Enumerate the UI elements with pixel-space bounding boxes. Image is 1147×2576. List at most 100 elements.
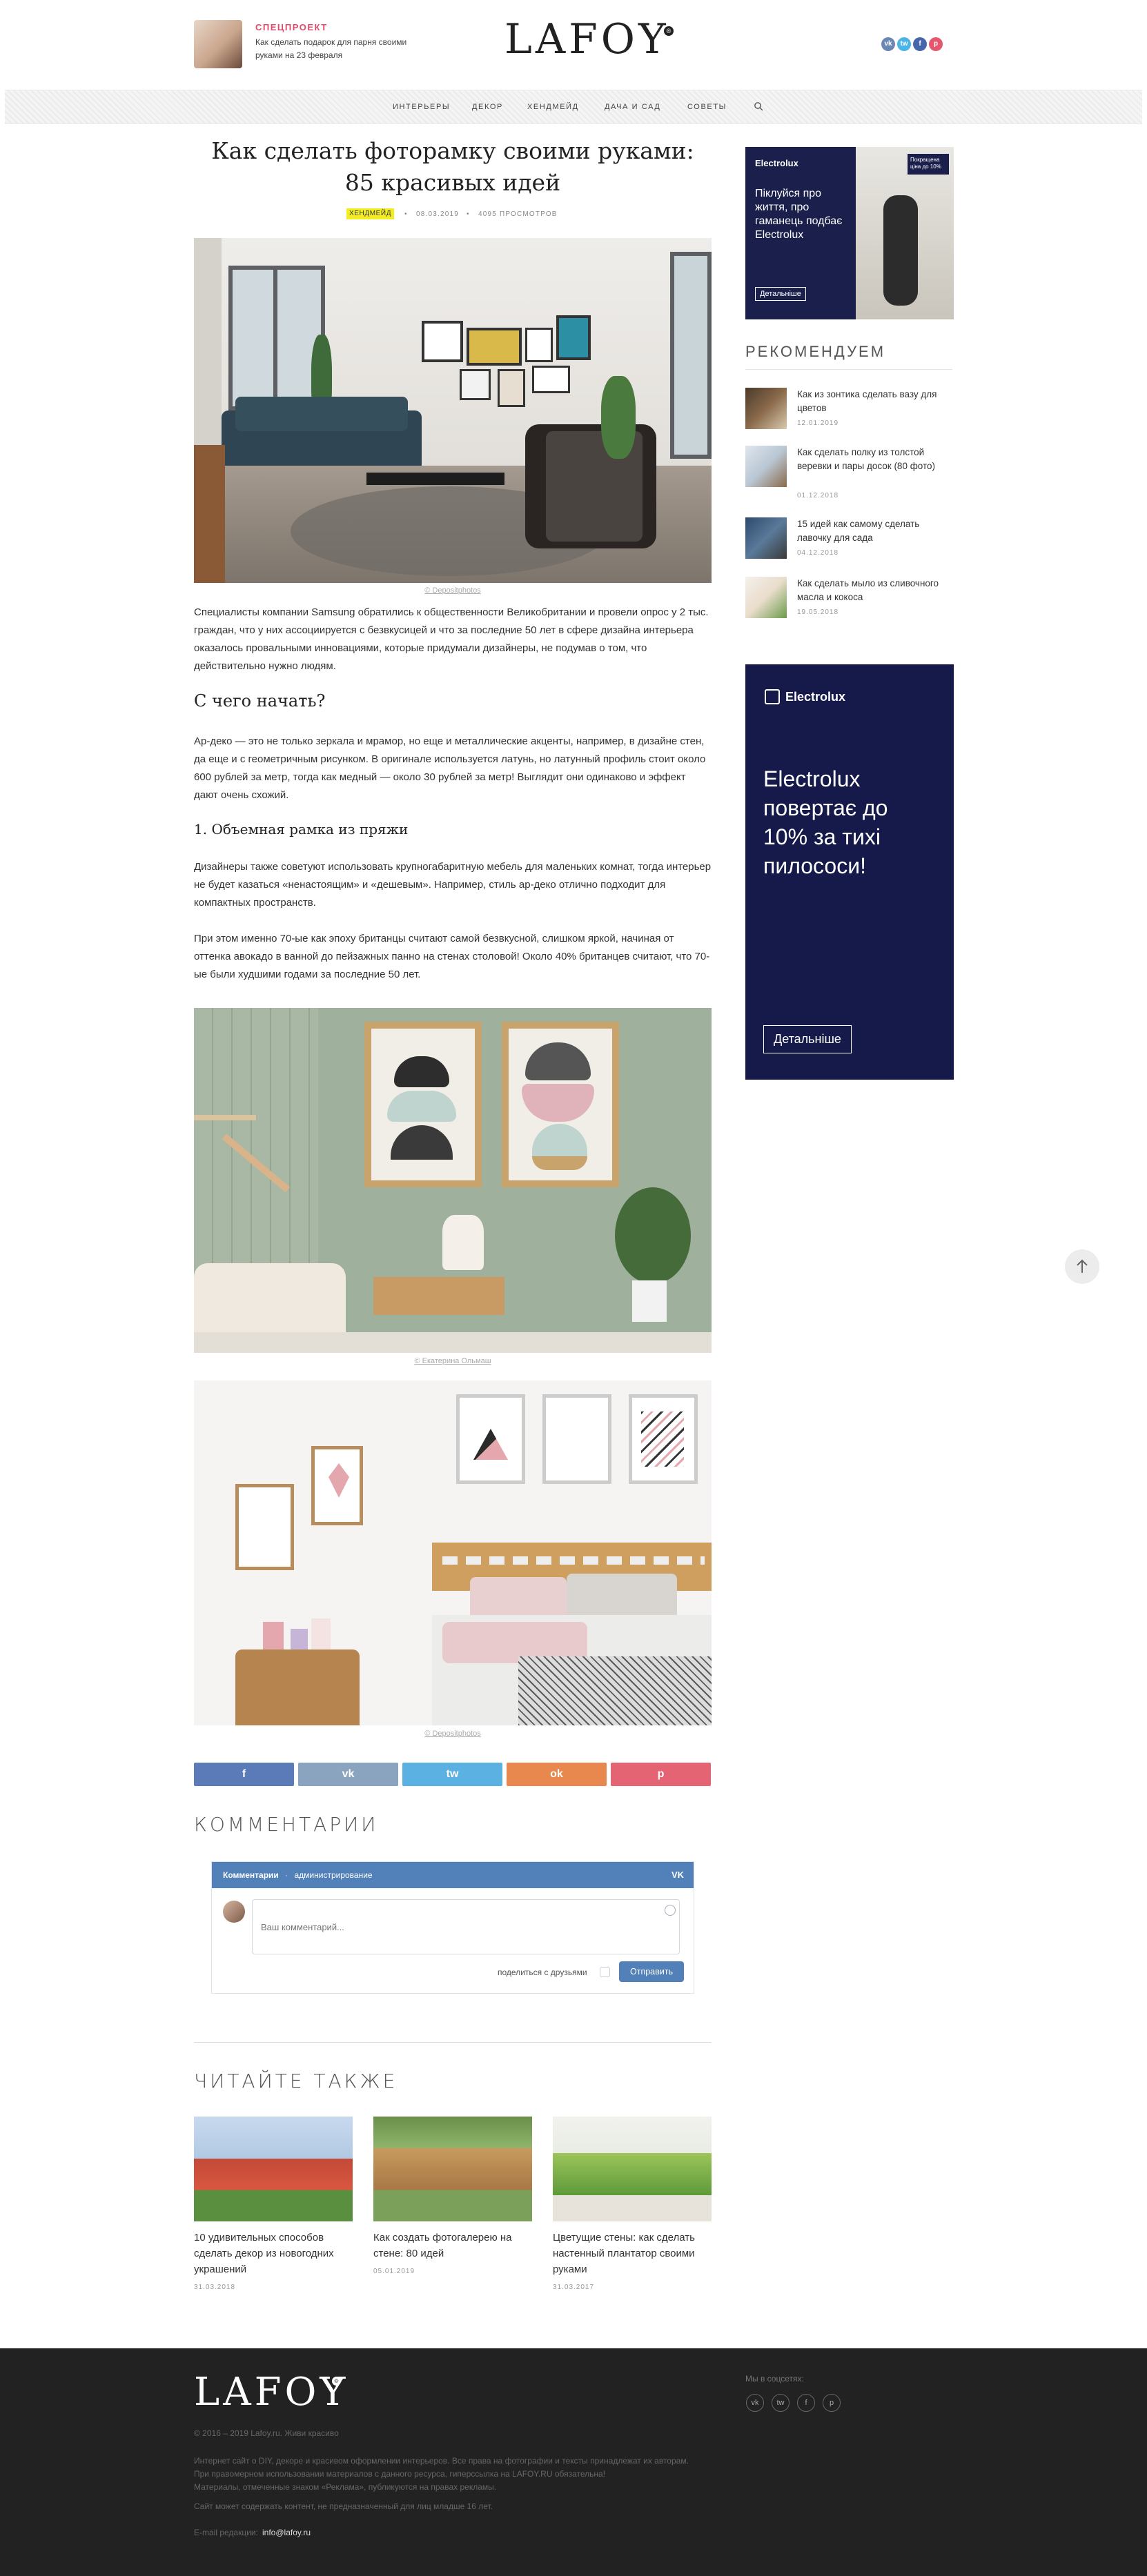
vk-icon[interactable]: vk (746, 2394, 764, 2412)
article-views: 4095 ПРОСМОТРОВ (478, 210, 558, 218)
share-vk-button[interactable]: vk (298, 1763, 398, 1786)
recommended-item[interactable]: Как сделать полку из толстой веревки и п… (745, 446, 952, 499)
twitter-icon[interactable]: tw (897, 37, 911, 51)
image-caption[interactable]: © Екатерина Ольмаш (194, 1357, 712, 1365)
meta-separator: • (404, 210, 408, 218)
read-also-title[interactable]: 10 удивительных способов сделать декор и… (194, 2230, 353, 2277)
recommended-title[interactable]: 15 идей как самому сделать лавочку для с… (797, 517, 949, 545)
footer-social-label: Мы в соцсетях: (745, 2374, 804, 2384)
article-paragraph: Дизайнеры также советуют использовать кр… (194, 861, 712, 909)
meta-separator: • (467, 210, 470, 218)
recommended-heading: РЕКОМЕНДУЕМ (745, 343, 886, 360)
share-facebook-button[interactable]: f (194, 1763, 294, 1786)
main-nav: ИНТЕРЬЕРЫ ДЕКОР ХЕНДМЕЙД ДАЧА И САД СОВЕ… (5, 90, 1142, 124)
nav-item-handmade[interactable]: ХЕНДМЕЙД (527, 103, 579, 111)
article-paragraph: Ар-деко — это не только зеркала и мрамор… (194, 735, 706, 801)
back-to-top-button[interactable] (1065, 1249, 1099, 1284)
share-twitter-button[interactable]: tw (402, 1763, 502, 1786)
article-date: 08.03.2019 (416, 210, 460, 218)
recommended-date: 01.12.2018 (797, 492, 839, 499)
nav-item-decor[interactable]: ДЕКОР (472, 103, 503, 111)
ad-text: Electrolux повертає до 10% за тихі пилос… (763, 766, 888, 878)
logo-registered-mark: ® (664, 26, 674, 36)
recommended-item[interactable]: 15 идей как самому сделать лавочку для с… (745, 517, 952, 566)
share-friends-checkbox[interactable] (600, 1967, 610, 1977)
facebook-icon[interactable]: f (913, 37, 927, 51)
article-image-bedroom (194, 1380, 712, 1725)
vk-comments-widget: Комментарии · администрирование VK подел… (211, 1861, 694, 1994)
recommended-thumb[interactable] (745, 388, 787, 429)
ad-brand: Electrolux (755, 158, 798, 168)
read-also-heading: ЧИТАЙТЕ ТАКЖЕ (194, 2070, 398, 2092)
avatar (223, 1901, 245, 1923)
share-friends-label: поделиться с друзьями (498, 1968, 587, 1977)
recommended-title[interactable]: Как сделать полку из толстой веревки и п… (797, 446, 949, 473)
vk-widget-bar: Комментарии · администрирование VK (212, 1862, 694, 1888)
footer-copyright: © 2016 – 2019 Lafoy.ru. Живи красиво (194, 2428, 339, 2438)
site-logo[interactable]: LAFOY (504, 15, 669, 63)
footer-logo-mark: ® (332, 2377, 341, 2386)
read-also-image[interactable] (553, 2117, 712, 2221)
vk-icon[interactable]: vk (881, 37, 895, 51)
comment-input[interactable] (252, 1899, 680, 1954)
recommended-title[interactable]: Как из зонтика сделать вазу для цветов (797, 388, 949, 415)
ad-banner-electrolux-1[interactable]: Electrolux Піклуйся про життя, про гаман… (745, 147, 954, 319)
article-image-living-room (194, 238, 712, 583)
recommended-item[interactable]: Как сделать мыло из сливочного масла и к… (745, 577, 952, 625)
ad-banner-electrolux-2[interactable]: Electrolux Electrolux повертає до 10% за… (745, 664, 954, 1080)
twitter-icon[interactable]: tw (772, 2394, 790, 2412)
submit-comment-button[interactable]: Отправить (619, 1961, 684, 1982)
nav-item-tips[interactable]: СОВЕТЫ (687, 103, 727, 111)
comments-heading: КОММЕНТАРИИ (194, 1813, 379, 1836)
read-also-title[interactable]: Цветущие стены: как сделать настенный пл… (553, 2230, 712, 2277)
vk-admin-link[interactable]: администрирование (295, 1870, 373, 1880)
nav-item-garden[interactable]: ДАЧА И САД (605, 103, 660, 111)
share-pinterest-button[interactable]: p (611, 1763, 711, 1786)
recommended-thumb[interactable] (745, 446, 787, 487)
promo-link[interactable]: Как сделать подарок для парня своими рук… (255, 36, 407, 62)
ad-badge: Покращена ціна до 10% (908, 154, 949, 175)
article-image-wall-art (194, 1008, 712, 1353)
footer-text: При правомерном использовании материалов… (194, 2469, 606, 2479)
recommended-date: 04.12.2018 (797, 549, 839, 557)
read-also-image[interactable] (373, 2117, 532, 2221)
search-icon[interactable] (754, 101, 763, 111)
read-also-image[interactable] (194, 2117, 353, 2221)
nav-item-interiors[interactable]: ИНТЕРЬЕРЫ (393, 103, 450, 111)
footer-text: Сайт может содержать контент, не предназ… (194, 2501, 493, 2511)
footer-logo[interactable]: LAFOY (194, 2370, 349, 2415)
read-also-date: 31.03.2017 (553, 2283, 595, 2291)
subsection-heading: 1. Объемная рамка из пряжи (194, 821, 409, 838)
ad-button[interactable]: Детальніше (755, 287, 806, 301)
arrow-up-icon (1077, 1259, 1088, 1273)
pinterest-icon[interactable]: p (823, 2394, 841, 2412)
read-also-title[interactable]: Как создать фотогалерею на стене: 80 иде… (373, 2230, 532, 2261)
emoji-icon[interactable] (665, 1905, 676, 1916)
divider (745, 369, 952, 370)
divider (194, 2042, 712, 2043)
image-caption[interactable]: © Depositphotos (194, 586, 712, 595)
promo-image[interactable] (194, 20, 242, 68)
recommended-thumb[interactable] (745, 577, 787, 618)
facebook-icon[interactable]: f (797, 2394, 815, 2412)
section-heading: С чего начать? (194, 691, 326, 711)
footer-email-link[interactable]: info@lafoy.ru (262, 2526, 311, 2539)
share-ok-button[interactable]: ok (507, 1763, 607, 1786)
footer-text: Интернет сайт о DIY, декоре и красивом о… (194, 2456, 689, 2466)
category-badge[interactable]: ХЕНДМЕЙД (346, 208, 395, 219)
recommended-thumb[interactable] (745, 517, 787, 559)
promo-tag[interactable]: СПЕЦПРОЕКТ (255, 22, 328, 32)
recommended-date: 12.01.2019 (797, 419, 839, 427)
footer-text: Материалы, отмеченные знаком «Реклама», … (194, 2482, 497, 2492)
read-also-date: 31.03.2018 (194, 2283, 236, 2291)
read-also-date: 05.01.2019 (373, 2268, 415, 2275)
recommended-date: 19.05.2018 (797, 608, 839, 616)
ad-button[interactable]: Детальніше (763, 1025, 852, 1053)
recommended-item[interactable]: Как из зонтика сделать вазу для цветов 1… (745, 388, 952, 436)
recommended-title[interactable]: Как сделать мыло из сливочного масла и к… (797, 577, 949, 604)
image-caption[interactable]: © Depositphotos (194, 1730, 712, 1738)
article-title: Как сделать фоторамку своими руками: 85 … (211, 137, 694, 196)
site-header: СПЕЦПРОЕКТ Как сделать подарок для парня… (0, 0, 1147, 90)
ad-brand: Electrolux (785, 690, 846, 704)
pinterest-icon[interactable]: p (929, 37, 943, 51)
